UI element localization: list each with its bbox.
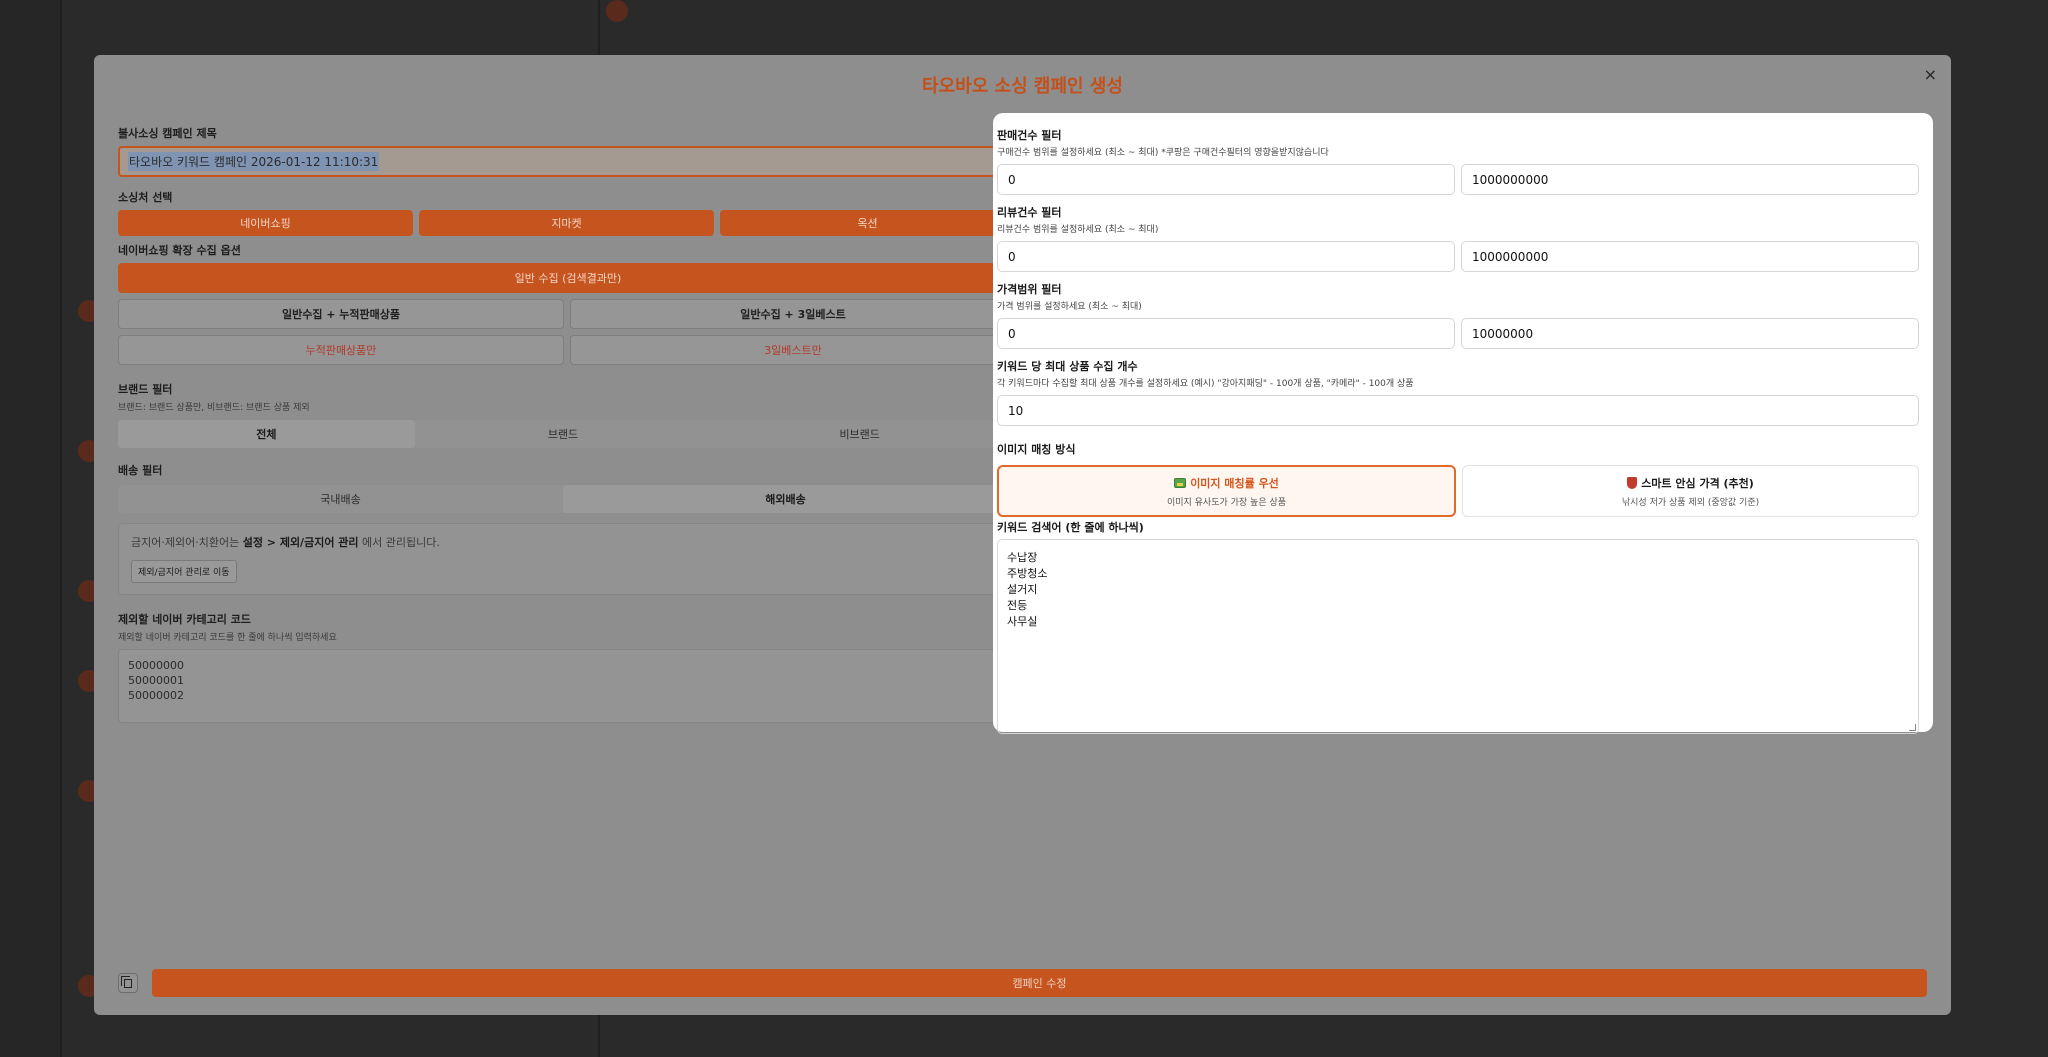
naver-option-3day-only[interactable]: 3일베스트만 [570,335,1016,365]
brand-filter-description: 브랜드: 브랜드 상품만, 비브랜드: 브랜드 상품 제외 [118,403,310,413]
keywords-section: 키워드 검색어 (한 줄에 하나씩) 수납장 주방청소 설거지 전등 사무실 [997,519,1919,734]
campaign-title-value: 타오바오 키워드 캠페인 2026-01-12 11:10:31 [128,152,380,171]
keywords-label: 키워드 검색어 (한 줄에 하나씩) [997,521,1144,534]
max-products-input[interactable]: 10 [997,395,1919,426]
shipping-filter-label: 배송 필터 [118,464,163,477]
notice-text: 금지어·제외어·치환어는 설정 > 제외/금지어 관리 에서 관리됩니다. [131,534,995,550]
price-filter-section: 가격범위 필터 가격 범위를 설정하세요 (최소 ~ 최대) 0 1000000… [997,281,1919,349]
category-code: 50000000 [128,659,184,672]
notice-suffix: 에서 관리됩니다. [362,536,440,549]
review-filter-label: 리뷰건수 필터 [997,206,1062,219]
category-label: 제외할 네이버 카테고리 코드 [118,613,251,626]
shipping-option-domestic[interactable]: 국내배송 [118,485,563,513]
price-min-input[interactable]: 0 [997,318,1455,349]
review-max-input[interactable]: 1000000000 [1461,241,1919,272]
match-option-subtitle: 낚시성 저가 상품 제외 (중앙값 기준) [1621,497,1760,508]
image-match-label: 이미지 매칭 방식 [997,443,1076,456]
sales-filter-section: 판매건수 필터 구매건수 범위를 설정하세요 (최소 ~ 최대) *쿠팡은 구매… [997,127,1919,195]
match-option-smart-price[interactable]: 스마트 안심 가격 (추천) 낚시성 저가 상품 제외 (중앙값 기준) [1462,465,1919,517]
copy-icon [121,975,132,988]
sales-max-input[interactable]: 1000000000 [1461,164,1919,195]
campaign-title-input[interactable]: 타오바오 키워드 캠페인 2026-01-12 11:10:31 [118,146,1118,177]
naver-option-general-plus-cumulative[interactable]: 일반수집 + 누적판매상품 [118,299,564,329]
image-match-section: 이미지 매칭 방식 이미지 매칭률 우선 이미지 유사도가 가장 높은 상품 스… [997,441,1919,517]
copy-button[interactable] [118,973,138,993]
max-products-section: 키워드 당 최대 상품 수집 개수 각 키워드마다 수집할 최대 상품 개수를 … [997,358,1919,426]
notice-bold: 설정 > 제외/금지어 관리 [242,536,359,549]
left-form: 불사소싱 캠페인 제목 타오바오 키워드 캠페인 2026-01-12 11:1… [118,125,1118,723]
source-button-naver[interactable]: 네이버쇼핑 [118,210,413,236]
background-sidebar [0,0,60,1057]
background-avatar [606,0,628,22]
price-max-input[interactable]: 10000000 [1461,318,1919,349]
sales-min-input[interactable]: 0 [997,164,1455,195]
shield-icon [1627,476,1638,489]
keyword-line: 전등 [1007,599,1028,612]
category-codes-textarea[interactable]: 50000000 50000001 50000002 [118,649,1008,723]
brand-option-all[interactable]: 전체 [118,420,415,448]
keyword-line: 설거지 [1007,583,1038,596]
match-option-title: 스마트 안심 가격 (추천) [1627,475,1754,491]
modal-title: 타오바오 소싱 캠페인 생성 [922,76,1123,97]
keyword-line: 수납장 [1007,551,1038,564]
naver-option-cumulative-only[interactable]: 누적판매상품만 [118,335,564,365]
go-to-exclusion-button[interactable]: 제외/금지어 관리로 이동 [131,560,237,583]
review-min-input[interactable]: 0 [997,241,1455,272]
category-code: 50000002 [128,689,184,702]
source-button-gmarket[interactable]: 지마켓 [419,210,714,236]
match-option-title-text: 이미지 매칭률 우선 [1190,476,1279,490]
sales-filter-label: 판매건수 필터 [997,129,1062,142]
shipping-filter-segmented: 국내배송 해외배송 [118,485,1008,513]
match-option-subtitle: 이미지 유사도가 가장 높은 상품 [1166,497,1287,508]
naver-option-general[interactable]: 일반 수집 (검색결과만) [118,263,1018,293]
price-filter-label: 가격범위 필터 [997,283,1062,296]
match-option-image-priority[interactable]: 이미지 매칭률 우선 이미지 유사도가 가장 높은 상품 [997,465,1456,517]
brand-filter-label: 브랜드 필터 [118,383,173,396]
naver-option-general-plus-3day[interactable]: 일반수집 + 3일베스트 [570,299,1016,329]
review-filter-description: 리뷰건수 범위를 설정하세요 (최소 ~ 최대) [997,225,1159,235]
max-products-label: 키워드 당 최대 상품 수집 개수 [997,360,1138,373]
match-option-title-text: 스마트 안심 가격 (추천) [1641,476,1754,490]
match-option-title: 이미지 매칭률 우선 [1174,475,1279,491]
brand-option-brand[interactable]: 브랜드 [415,420,712,448]
naver-options-label: 네이버쇼핑 확장 수집 옵션 [118,244,241,257]
image-icon [1174,477,1187,488]
filter-panel: 판매건수 필터 구매건수 범위를 설정하세요 (최소 ~ 최대) *쿠팡은 구매… [993,113,1933,734]
max-products-description: 각 키워드마다 수집할 최대 상품 개수를 설정하세요 (예시) "강아지패딩"… [997,379,1414,389]
keywords-textarea[interactable]: 수납장 주방청소 설거지 전등 사무실 [997,539,1919,734]
brand-filter-segmented: 전체 브랜드 비브랜드 [118,420,1008,448]
review-filter-section: 리뷰건수 필터 리뷰건수 범위를 설정하세요 (최소 ~ 최대) 0 10000… [997,204,1919,272]
sales-filter-description: 구매건수 범위를 설정하세요 (최소 ~ 최대) *쿠팡은 구매건수필터의 영향… [997,148,1329,158]
category-description: 제외할 네이버 카테고리 코드를 한 줄에 하나씩 입력하세요 [118,633,337,643]
close-icon[interactable]: × [1924,65,1937,84]
source-button-auction[interactable]: 옥션 [720,210,1015,236]
category-code: 50000001 [128,674,184,687]
keyword-line: 주방청소 [1007,567,1048,580]
campaign-title-label: 불사소싱 캠페인 제목 [118,127,217,140]
submit-campaign-button[interactable]: 캠페인 수정 [152,969,1927,997]
resize-handle[interactable] [1909,724,1916,731]
notice-prefix: 금지어·제외어·치환어는 [131,536,240,549]
brand-option-non-brand[interactable]: 비브랜드 [711,420,1008,448]
keyword-line: 사무실 [1007,615,1038,628]
shipping-option-overseas[interactable]: 해외배송 [563,485,1008,513]
price-filter-description: 가격 범위를 설정하세요 (최소 ~ 최대) [997,302,1142,312]
source-label: 소싱처 선택 [118,191,173,204]
notice-box: 금지어·제외어·치환어는 설정 > 제외/금지어 관리 에서 관리됩니다. 제외… [118,523,1008,595]
